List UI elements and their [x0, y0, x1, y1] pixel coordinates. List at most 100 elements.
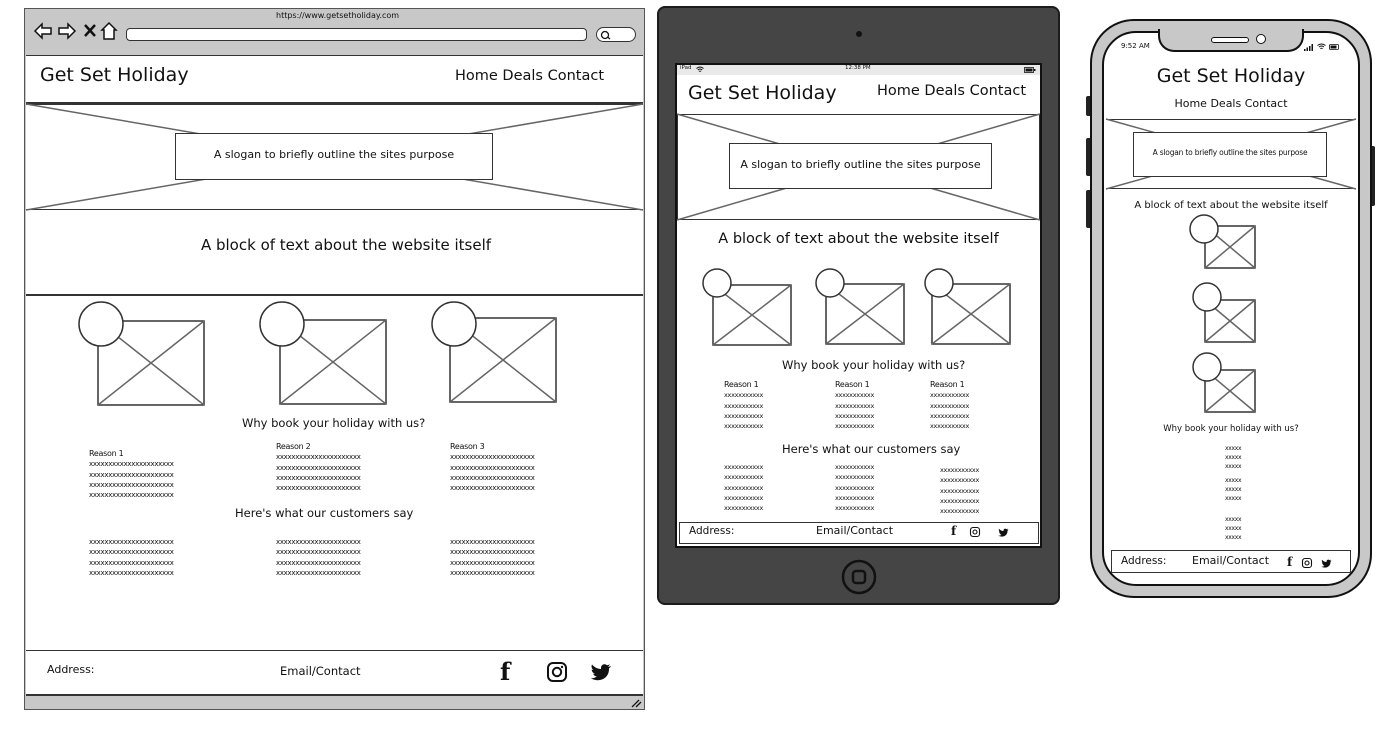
customers-heading: Here's what our customers say	[235, 506, 414, 520]
reason-line: xxxxxxxxxxxxxxxxxxxxxx	[450, 473, 535, 482]
reason-3: Reason 3 xxxxxxxxxxxxxxxxxxxxxx xxxxxxxx…	[450, 442, 535, 493]
phone-speaker	[1211, 37, 1249, 43]
why-heading: Why book your holiday with us?	[242, 416, 426, 430]
review-line: xxxxxxxxxxx	[835, 493, 875, 502]
review-line: xxxxxxxxxxxxxxxxxxxxxx	[89, 568, 174, 577]
review-line: xxxxxxxxxxx	[724, 493, 764, 502]
phone-reason-group-3: xxxxx xxxxx xxxxx	[1225, 515, 1242, 542]
review-2: xxxxxxxxxxxxxxxxxxxxxx xxxxxxxxxxxxxxxxx…	[276, 537, 361, 578]
nav-links[interactable]: Home Deals Contact	[455, 68, 604, 84]
review-line: xxxxxxxxxxx	[940, 466, 980, 474]
reason-line: xxxxx	[1225, 516, 1242, 523]
reason-line: xxxxxxxxxxxxxxxxxxxxxx	[276, 463, 361, 472]
tablet-footer-address: Address:	[689, 525, 735, 537]
reason-line: xxxxxxxxxxxxxxxxxxxxxx	[89, 480, 174, 489]
forward-arrow-icon[interactable]	[58, 22, 77, 40]
reason-line: xxxxxxxxxxx	[835, 422, 875, 431]
signal-icon	[1304, 44, 1313, 51]
review-line: xxxxxxxxxxxxxxxxxxxxxx	[89, 538, 174, 546]
instagram-icon[interactable]	[1301, 557, 1313, 569]
review-line: xxxxxxxxxxx	[940, 486, 980, 495]
close-icon[interactable]	[84, 24, 96, 37]
address-bar[interactable]	[126, 28, 587, 41]
review-line: xxxxxxxxxxxxxxxxxxxxxx	[276, 568, 361, 577]
phone-footer-address: Address:	[1121, 555, 1167, 567]
tablet-camera	[856, 31, 862, 37]
reason-line: xxxxxxxxxxx	[930, 411, 970, 420]
tablet-why-heading: Why book your holiday with us?	[782, 358, 966, 372]
review-line: xxxxxxxxxxx	[835, 483, 875, 492]
review-line: xxxxxxxxxxx	[940, 476, 980, 485]
reason-line: xxxxxxxxxxxxxxxxxxxxxx	[450, 463, 535, 472]
reason-line: xxxxxxxxxxx	[930, 391, 970, 400]
twitter-icon[interactable]	[1321, 559, 1332, 568]
home-button-icon[interactable]	[841, 559, 877, 595]
reason-2: Reason 2 xxxxxxxxxxxxxxxxxxxxxx xxxxxxxx…	[276, 442, 361, 493]
tablet-customers-heading: Here's what our customers say	[782, 442, 961, 456]
reason-line: xxxxxxxxxxx	[835, 411, 875, 420]
reason-line: xxxxx	[1225, 454, 1242, 461]
reason-line: xxxxxxxxxxxxxxxxxxxxxx	[276, 453, 361, 462]
reason-line: xxxxxxxxxxx	[930, 401, 970, 410]
phone-camera	[1256, 34, 1266, 44]
resize-grip-icon[interactable]	[630, 698, 642, 708]
twitter-icon[interactable]	[998, 528, 1009, 537]
review-line: xxxxxxxxxxxxxxxxxxxxxx	[276, 558, 361, 567]
phone-status-time: 9:52 AM	[1121, 42, 1150, 50]
reason-line: xxxxx	[1225, 463, 1242, 470]
feature-image-1	[78, 301, 205, 406]
reason-title: Reason 1	[89, 449, 124, 458]
reason-line: xxxxxxxxxxx	[930, 422, 970, 431]
phone-footer-contact[interactable]: Email/Contact	[1192, 554, 1269, 567]
reason-line: xxxxxxxxxxx	[835, 401, 875, 410]
about-bottom-divider	[26, 294, 643, 296]
battery-icon	[1329, 44, 1339, 50]
review-line: xxxxxxxxxxxxxxxxxxxxxx	[450, 548, 535, 557]
facebook-icon[interactable]: f	[951, 524, 956, 538]
instagram-icon[interactable]	[969, 526, 981, 538]
reason-line: xxxxxxxxxxx	[724, 401, 764, 410]
tablet-reason-1: Reason 1 xxxxxxxxxxx xxxxxxxxxxx xxxxxxx…	[724, 380, 763, 431]
tablet-slogan-text: A slogan to briefly outline the sites pu…	[740, 158, 981, 171]
reason-line: xxxxxxxxxxxxxxxxxxxxxx	[276, 484, 361, 493]
search-icon[interactable]	[600, 30, 612, 40]
phone-about-text: A block of text about the website itself	[1134, 200, 1328, 211]
facebook-icon[interactable]: f	[500, 657, 510, 686]
review-line: xxxxxxxxxxxxxxxxxxxxxx	[450, 568, 535, 577]
review-line: xxxxxxxxxxx	[724, 463, 764, 471]
phone-feature-image-1	[1189, 214, 1256, 269]
facebook-icon[interactable]: f	[1287, 555, 1292, 569]
review-line: xxxxxxxxxxxxxxxxxxxxxx	[276, 548, 361, 557]
reason-line: xxxxxxxxxxxxxxxxxxxxxx	[89, 470, 174, 479]
review-line: xxxxxxxxxxxxxxxxxxxxxx	[450, 538, 535, 546]
review-1: xxxxxxxxxxxxxxxxxxxxxx xxxxxxxxxxxxxxxxx…	[89, 537, 174, 578]
instagram-icon[interactable]	[547, 662, 567, 682]
phone-feature-image-2	[1192, 282, 1256, 343]
reason-line: xxxxxxxxxxx	[835, 391, 875, 400]
feature-image-3	[431, 301, 557, 403]
footer-contact[interactable]: Email/Contact	[280, 664, 361, 678]
home-icon[interactable]	[100, 21, 118, 40]
phone-reason-group-1: xxxxx xxxxx xxxxx	[1225, 444, 1242, 471]
tablet-footer-contact[interactable]: Email/Contact	[816, 524, 893, 537]
phone-site-title: Get Set Holiday	[1156, 65, 1306, 87]
reason-title: Reason 2	[276, 442, 311, 451]
tablet-review-2: xxxxxxxxxxx xxxxxxxxxxx xxxxxxxxxxx xxxx…	[835, 462, 874, 513]
review-3: xxxxxxxxxxxxxxxxxxxxxx xxxxxxxxxxxxxxxxx…	[450, 537, 535, 578]
tablet-review-1: xxxxxxxxxxx xxxxxxxxxxx xxxxxxxxxxx xxxx…	[724, 462, 763, 513]
reason-line: xxxxxxxxxxxxxxxxxxxxxx	[450, 484, 535, 493]
review-line: xxxxxxxxxxx	[724, 473, 764, 482]
reason-line: xxxxxxxxxxxxxxxxxxxxxx	[89, 460, 174, 469]
twitter-icon[interactable]	[590, 663, 612, 681]
reason-line: xxxxx	[1225, 495, 1242, 502]
reason-line: xxxxxxxxxxx	[724, 422, 764, 431]
tablet-feature-image-2	[815, 268, 905, 345]
reason-line: xxxxx	[1225, 486, 1242, 493]
tablet-reason-2: Reason 1 xxxxxxxxxxx xxxxxxxxxxx xxxxxxx…	[835, 380, 874, 431]
back-arrow-icon[interactable]	[33, 22, 52, 40]
site-title: Get Set Holiday	[40, 64, 189, 86]
phone-nav-links[interactable]: Home Deals Contact	[1104, 97, 1358, 110]
reason-title: Reason 1	[930, 380, 965, 389]
tablet-nav-links[interactable]: Home Deals Contact	[877, 83, 1026, 99]
tablet-site-title: Get Set Holiday	[688, 82, 837, 104]
